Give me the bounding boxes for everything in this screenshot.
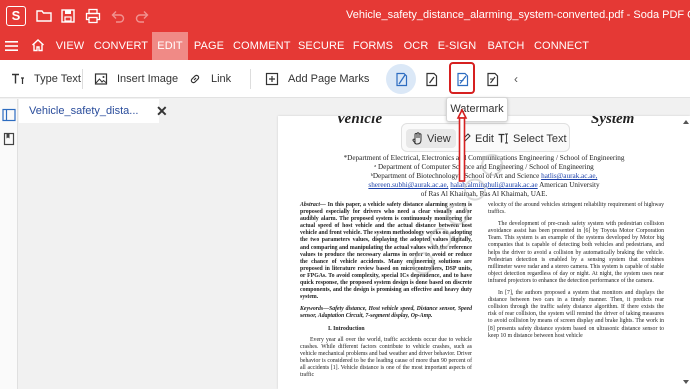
section-heading: I. Introduction — [328, 325, 365, 332]
print-icon[interactable] — [85, 8, 101, 24]
add-page-marks-label: Add Page Marks — [288, 73, 370, 85]
tab-batch[interactable]: BATCH — [486, 32, 526, 60]
tab-view[interactable]: VIEW — [52, 32, 88, 60]
link-button[interactable]: Link — [188, 70, 231, 88]
keywords: Keywords—Safety distance, Host vehicle s… — [300, 306, 472, 320]
close-tab-icon[interactable]: ✕ — [156, 103, 168, 120]
folder-open-icon[interactable] — [36, 8, 52, 24]
email-link[interactable]: shereen.subhi@aurak.ac.ae, — [368, 181, 448, 189]
background-icon — [486, 72, 498, 86]
insert-image-label: Insert Image — [117, 73, 179, 85]
background-button[interactable] — [477, 64, 507, 94]
right-column: velocity of the around vehicles stringen… — [488, 202, 664, 340]
text-cursor-icon — [498, 133, 508, 144]
bates-numbering-button[interactable] — [416, 64, 446, 94]
tab-page[interactable]: PAGE — [192, 32, 226, 60]
header-footer-icon — [395, 72, 407, 86]
tab-esign[interactable]: E-SIGN — [436, 32, 478, 60]
view-mode-bar: View Edit Select Text — [401, 123, 570, 152]
paper-title-fragment-right: System — [591, 116, 635, 127]
page-edit-icon — [425, 72, 437, 86]
document-tab-name: Vehicle_safety_dista... — [29, 105, 139, 117]
intro-paragraph: Every year all over the world, traffic a… — [300, 336, 472, 379]
keywords-label: Keywords— — [300, 306, 329, 313]
affiliation-text: American University — [539, 181, 600, 189]
hand-icon — [412, 132, 422, 145]
title-bar: S Vehicle_safety_distance_alarming_syste… — [0, 0, 690, 32]
app-logo[interactable]: S — [6, 6, 26, 26]
abstract-label: Abstract— — [300, 202, 326, 208]
body-paragraph: The development of pre-crash safety syst… — [488, 221, 664, 284]
link-icon — [190, 74, 200, 84]
ribbon-tabs: VIEW CONVERT EDIT PAGE COMMENT SECURE FO… — [0, 32, 690, 60]
tab-edit[interactable]: EDIT — [152, 32, 188, 60]
hamburger-menu-icon[interactable] — [5, 40, 18, 52]
undo-icon[interactable] — [110, 8, 126, 24]
add-page-marks-button[interactable]: Add Page Marks — [265, 70, 369, 88]
insert-image-button[interactable]: Insert Image — [94, 70, 178, 88]
header-footer-button[interactable] — [386, 64, 416, 94]
thumbnails-panel-icon[interactable] — [2, 108, 16, 122]
tab-comment[interactable]: COMMENT — [233, 32, 290, 60]
type-text-label: Type Text — [34, 73, 81, 85]
pdf-page: Vehicle System *Department of Electrical… — [278, 116, 690, 389]
select-text-label: Select Text — [513, 132, 567, 145]
tab-ocr[interactable]: OCR — [402, 32, 430, 60]
bookmarks-panel-icon[interactable] — [2, 132, 16, 146]
red-arrow-annotation — [456, 108, 468, 182]
body-paragraph: velocity of the around vehicles stringen… — [488, 202, 664, 216]
tab-connect[interactable]: CONNECT — [534, 32, 589, 60]
type-text-icon — [12, 73, 24, 84]
left-panel-strip — [0, 99, 18, 389]
redo-icon[interactable] — [134, 8, 150, 24]
type-text-button[interactable]: Type Text — [11, 70, 81, 88]
vertical-scrollbar[interactable] — [682, 0, 690, 389]
tab-convert[interactable]: CONVERT — [92, 32, 150, 60]
toolbar-divider — [82, 69, 83, 89]
tab-secure[interactable]: SECURE — [298, 32, 344, 60]
link-label: Link — [211, 73, 232, 85]
select-text-button[interactable]: Select Text — [492, 129, 572, 148]
document-tab[interactable]: Vehicle_safety_dista... ✕ — [19, 99, 168, 123]
page-marks-icon — [265, 72, 279, 86]
save-icon[interactable] — [60, 8, 76, 24]
email-link[interactable]: hatlis@aurak.ac.ae, — [541, 172, 597, 180]
edit-toolbar: Type Text Insert Image Link Add Page Mar… — [0, 60, 690, 98]
body-paragraph: In [7], the authors proposed a system th… — [488, 290, 664, 339]
home-icon[interactable] — [31, 38, 45, 52]
window-title: Vehicle_safety_distance_alarming_system-… — [346, 9, 690, 21]
toolbar-divider — [250, 69, 251, 89]
toolbar-scroll-left-icon[interactable]: ‹ — [514, 72, 518, 86]
paper-title-fragment: Vehicle — [336, 116, 383, 127]
tab-forms[interactable]: FORMS — [352, 32, 394, 60]
image-icon — [94, 73, 108, 85]
